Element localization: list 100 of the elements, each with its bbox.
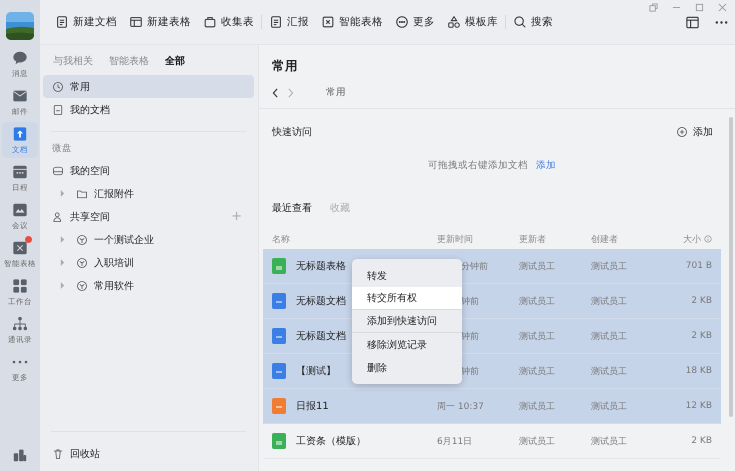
toolbar-button[interactable]: 汇报 [264,11,314,33]
cube-icon [76,256,88,268]
plus-circle-icon [676,126,688,138]
person-icon [52,210,64,222]
file-name: 无标题表格 [296,260,346,273]
column-header: 创建者 [591,234,619,246]
cube-icon [76,280,88,292]
table-cell-text: 周一 10:37 [437,400,485,412]
folder-icon [76,188,88,200]
more-icon [12,360,28,364]
tab[interactable]: 最近查看 [272,201,312,215]
file-icon [52,104,64,116]
table-cell-text: 2 KB [690,436,712,446]
hint-text: 可拖拽或右键添加文档 [428,159,528,172]
toolbar-button[interactable]: 新建表格 [124,11,196,33]
more-icon [395,15,409,29]
apps-grid-icon [12,278,28,294]
table-cell-text: 测试员工 [519,260,556,272]
table-cell-text: 测试员工 [591,330,628,342]
table-cell-text: 测试员工 [591,260,628,272]
tree-item[interactable]: 我的空间 [43,159,254,182]
caret-icon [60,282,65,289]
file-name: 无标题文档 [296,294,346,308]
tree-item[interactable]: 汇报附件 [43,182,254,205]
column-header: 大小 [682,234,701,246]
table-cell-text: 测试员工 [591,436,628,448]
maximize-icon[interactable] [695,3,704,12]
add-button[interactable]: 添加 [676,125,713,139]
file-name: 日报11 [296,400,329,413]
tree-item[interactable]: 常用软件 [43,274,254,297]
pin-icon[interactable] [649,3,658,12]
table-cell-text: 分钟前 [460,260,489,272]
search-icon [513,15,527,29]
menu-item[interactable]: 添加到快速访问 [352,310,462,333]
info-icon [704,235,712,243]
document-icon [12,126,28,142]
column-header: 名称 [272,234,291,246]
tree-item[interactable]: 入职培训 [43,251,254,274]
toolbar-button[interactable]: 收集表 [198,11,259,33]
toolbar-button[interactable]: 搜索 [508,11,558,33]
document-icon [55,15,69,29]
sidebar-item[interactable]: 我的文档 [43,98,254,121]
calendar-icon [12,164,28,180]
document-icon [269,15,283,29]
table-row[interactable]: 日报11 周一 10:37 测试员工 测试员工 12 KB [263,389,721,424]
table-cell-text: 18 KB [684,366,712,376]
trash-item[interactable]: 回收站 [43,442,254,465]
toolbar-button[interactable]: 智能表格 [316,11,388,33]
column-header: 更新时间 [437,234,474,246]
menu-item[interactable]: 删除 [352,356,462,379]
breadcrumb[interactable]: 常用 [326,86,346,99]
toolbar-button[interactable]: 更多 [390,11,440,33]
file-name: 【测试】 [296,364,336,378]
caret-icon [60,259,65,266]
file-name: 无标题文档 [296,330,346,343]
tree-item[interactable]: 一个测试企业 [43,228,254,251]
layout-icon[interactable] [685,14,700,30]
bag-icon [203,15,217,29]
grid-card-icon [12,240,28,256]
table-cell-text: 2 KB [690,296,712,306]
column-header: 更新者 [519,234,547,246]
grid-card-icon [321,15,335,29]
menu-item[interactable]: 转发 [352,264,462,287]
caret-icon [60,190,65,197]
table-cell-text: 6月11日 [437,436,474,448]
table-cell-text: 测试员工 [591,400,628,412]
menu-item[interactable]: 转交所有权 [352,287,462,310]
table-row[interactable]: 工资条（模版） 6月11日 测试员工 测试员工 2 KB [263,424,721,459]
table-cell-text: 12 KB [684,401,712,411]
drive-icon [52,164,64,176]
table-cell-text: 测试员工 [519,366,556,378]
shapes-icon [447,15,461,29]
table-cell-text: 2 KB [690,331,712,341]
table-cell-text: 测试员工 [591,296,628,308]
org-chart-icon [12,316,28,332]
section-title: 快速访问 [272,126,312,139]
file-name: 工资条（模版） [296,434,366,448]
trash-icon [52,448,64,460]
table-cell-text: 测试员工 [519,330,556,342]
table-cell-text: 701 B [684,261,712,271]
table-cell-text: 测试员工 [519,296,556,308]
table-cell-text: 测试员工 [591,366,628,378]
menu-item[interactable]: 移除浏览记录 [352,333,462,356]
toolbar-button[interactable]: 模板库 [442,11,503,33]
sidebar-item[interactable]: 常用 [43,75,254,98]
caret-icon [60,236,65,243]
envelope-icon [12,88,28,104]
clock-icon [52,80,64,92]
tab[interactable]: 全部 [165,54,185,68]
meeting-icon [12,202,28,218]
bar-chart-icon[interactable] [12,447,28,463]
toolbar-button[interactable]: 新建文档 [50,11,122,33]
tree-item[interactable]: 共享空间 [43,205,220,228]
chat-bubble-icon [12,50,28,66]
close-icon[interactable] [718,3,727,12]
page-title: 常用 [271,57,299,75]
section-label: 微盘 [51,142,73,156]
table-cell-text: 测试员工 [519,400,556,412]
table-icon [129,15,143,29]
add-link[interactable]: 添加 [536,159,556,172]
